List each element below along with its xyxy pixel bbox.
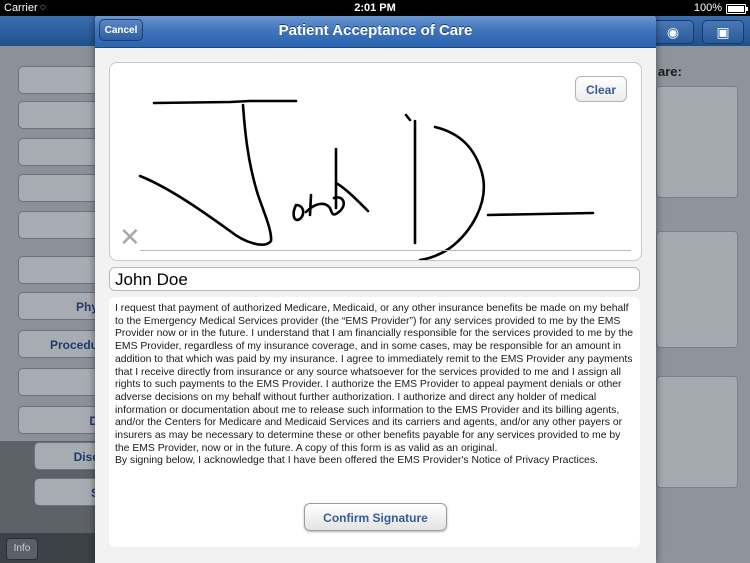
signature-strokes bbox=[138, 99, 595, 260]
signature-baseline bbox=[140, 250, 631, 251]
clear-button[interactable]: Clear bbox=[575, 76, 627, 102]
sidebar-item[interactable] bbox=[18, 211, 103, 239]
background-right-panel: are: bbox=[656, 46, 750, 563]
terms-text: I request that payment of authorized Med… bbox=[115, 303, 635, 468]
acceptance-of-care-modal: Cancel Patient Acceptance of Care ✕ Clea… bbox=[95, 14, 656, 563]
terms-paragraph: I request that payment of authorized Med… bbox=[115, 303, 634, 454]
sidebar-item-disc[interactable]: Disc bbox=[34, 442, 104, 470]
signature-pad[interactable]: ✕ Clear bbox=[109, 62, 642, 261]
sidebar-item-procedures[interactable]: Procedu bbox=[18, 330, 103, 358]
eye-icon[interactable]: ◉ bbox=[652, 20, 694, 44]
battery-icon bbox=[726, 4, 748, 14]
battery-percentage: 100% bbox=[693, 2, 722, 14]
background-panel bbox=[656, 86, 738, 198]
camera-icon[interactable]: ▣ bbox=[702, 20, 744, 44]
background-toolbar: Info bbox=[0, 533, 95, 563]
background-sidebar: Phy Procedu D Disc S bbox=[0, 46, 104, 563]
sidebar-item-d[interactable]: D bbox=[18, 406, 103, 434]
clock: 2:01 PM bbox=[354, 2, 396, 14]
background-right-label: are: bbox=[658, 64, 682, 79]
sidebar-item[interactable] bbox=[18, 101, 103, 129]
sidebar-item[interactable] bbox=[18, 174, 103, 202]
background-panel bbox=[656, 376, 738, 488]
terms-panel: I request that payment of authorized Med… bbox=[109, 297, 640, 547]
sidebar-item[interactable] bbox=[18, 368, 103, 396]
sidebar-item[interactable] bbox=[18, 256, 103, 284]
sidebar-item[interactable] bbox=[18, 138, 103, 166]
info-button[interactable]: Info bbox=[6, 538, 38, 560]
sidebar-item-s[interactable]: S bbox=[34, 478, 104, 506]
modal-title: Patient Acceptance of Care bbox=[278, 22, 473, 39]
modal-header: Cancel Patient Acceptance of Care bbox=[95, 14, 656, 48]
signer-name-field[interactable]: John Doe bbox=[109, 267, 640, 291]
privacy-acknowledgement: By signing below, I acknowledge that I h… bbox=[115, 455, 598, 467]
confirm-signature-button[interactable]: Confirm Signature bbox=[304, 503, 447, 531]
sidebar-item-phy[interactable]: Phy bbox=[18, 292, 103, 320]
sidebar-item[interactable] bbox=[18, 66, 103, 94]
status-bar: Carrier ◌ 2:01 PM 100% bbox=[0, 0, 750, 16]
background-panel bbox=[656, 231, 738, 348]
x-icon: ✕ bbox=[119, 222, 141, 252]
